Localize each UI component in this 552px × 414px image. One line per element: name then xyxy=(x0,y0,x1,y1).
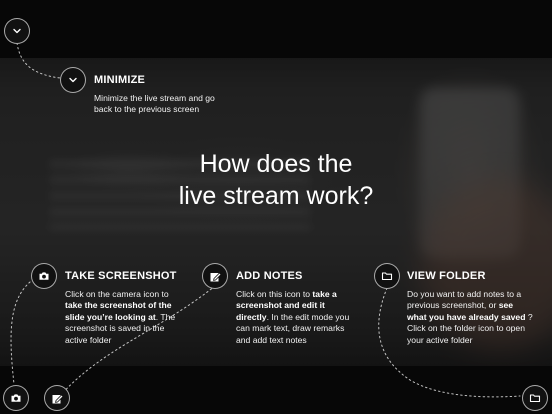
screenshot-help-badge xyxy=(31,263,57,289)
minimize-heading: MINIMIZE xyxy=(94,74,146,86)
folder-icon xyxy=(529,394,541,403)
notes-desc-text: Click on this icon to xyxy=(236,289,313,299)
page-title: How does the live stream work? xyxy=(126,148,426,212)
notes-heading: ADD NOTES xyxy=(236,270,303,282)
screenshot-desc-text: Click on the camera icon to xyxy=(65,289,169,299)
pencil-note-icon xyxy=(52,393,64,403)
minimize-button[interactable] xyxy=(4,18,30,44)
page-title-line-1: How does the xyxy=(199,150,353,178)
minimize-help-badge xyxy=(60,67,86,93)
pencil-note-icon xyxy=(210,271,222,281)
chevron-down-icon xyxy=(13,28,21,34)
folder-icon xyxy=(381,272,393,281)
screenshot-heading: TAKE SCREENSHOT xyxy=(65,270,177,282)
screenshot-button[interactable] xyxy=(3,385,29,411)
folder-heading: VIEW FOLDER xyxy=(407,270,486,282)
screenshot-description: Click on the camera icon to take the scr… xyxy=(65,289,180,346)
folder-description: Do you want to add notes to a previous s… xyxy=(407,289,535,346)
page-title-line-2: live stream work? xyxy=(178,182,374,210)
notes-help-badge xyxy=(202,263,228,289)
chevron-down-icon xyxy=(69,77,77,83)
camera-icon xyxy=(39,272,49,280)
notes-description: Click on this icon to take a screenshot … xyxy=(236,289,354,346)
folder-help-badge xyxy=(374,263,400,289)
view-folder-button[interactable] xyxy=(522,385,548,411)
minimize-description: Minimize the live stream and go back to … xyxy=(94,93,215,115)
camera-icon xyxy=(11,394,21,402)
add-notes-button[interactable] xyxy=(44,385,70,411)
